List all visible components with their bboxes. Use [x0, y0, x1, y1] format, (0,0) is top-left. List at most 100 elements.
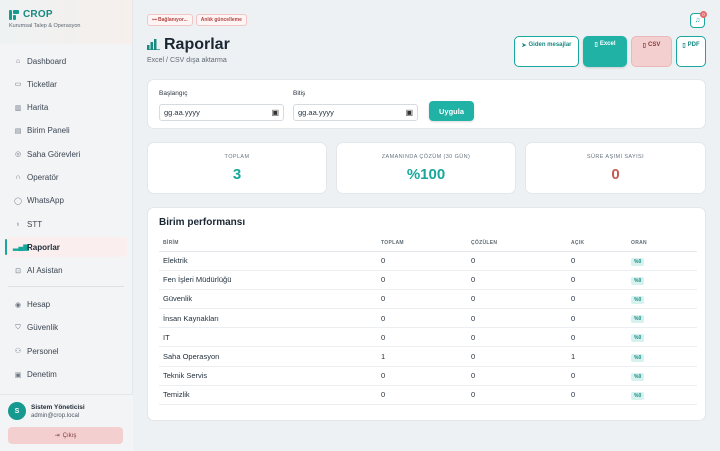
rate-badge: %0 — [631, 334, 645, 343]
table-row: Fen İşleri Müdürlüğü 0 0 0 %0 — [159, 270, 697, 290]
file-icon: ▯ — [594, 42, 598, 48]
table-cell: 0 — [377, 308, 467, 329]
sidebar-item-label: Raporlar — [27, 242, 60, 252]
sidebar-item-birim-paneli[interactable]: ▤ Birim Paneli — [5, 121, 127, 141]
sidebar-item-label: Harita — [27, 103, 49, 113]
stat-card-on-time: ZAMANINDA ÇÖZÜM (30 GÜN) %100 — [336, 142, 516, 194]
table-cell: %0 — [627, 308, 697, 329]
logout-icon: ⇥ — [54, 433, 60, 439]
table-cell: Fen İşleri Müdürlüğü — [159, 270, 377, 290]
outgoing-messages-button[interactable]: ➤ Giden mesajlar — [514, 36, 579, 67]
user-circle-icon: ◉ — [14, 301, 22, 309]
table-cell: İnsan Kaynakları — [159, 308, 377, 329]
table-cell: 0 — [567, 327, 627, 348]
connection-icon: ⊶ — [152, 17, 157, 23]
table-cell: 0 — [567, 308, 627, 329]
end-date-value: gg.aa.yyyy — [298, 108, 334, 117]
connection-status-pill: ⊶ Bağlanıyor... — [147, 14, 193, 26]
rate-badge: %0 — [631, 391, 645, 400]
crop-logo-icon — [9, 9, 19, 20]
column-header[interactable]: AÇIK — [567, 235, 627, 252]
table-cell: Saha Operasyon — [159, 346, 377, 367]
sidebar-item-label: AI Asistan — [27, 266, 63, 276]
table-cell: %0 — [627, 251, 697, 271]
calendar-icon[interactable]: ▣ — [405, 108, 413, 117]
logout-label: Çıkış — [62, 432, 77, 439]
sidebar-item-saha-g-revleri[interactable]: ◎ Saha Görevleri — [5, 144, 127, 164]
start-date-label: Başlangıç — [159, 90, 188, 97]
sidebar-item-raporlar[interactable]: ▂▄▆ Raporlar — [5, 237, 127, 258]
sidebar: CROP Kurumsal Talep & Operasyon ⌂ Dashboa… — [0, 0, 133, 451]
table-cell: 0 — [377, 385, 467, 406]
calendar-icon[interactable]: ▣ — [271, 108, 279, 117]
sidebar-item-ticketlar[interactable]: ▭ Ticketlar — [5, 74, 127, 94]
notification-button[interactable]: ♫ 0 — [690, 11, 707, 28]
sidebar-item-g-venlik[interactable]: ⛉ Güvenlik — [5, 318, 127, 338]
table-cell: 0 — [567, 366, 627, 386]
ticket-icon: ▭ — [14, 81, 22, 89]
stat-card-overdue: SÜRE AŞIMI SAYISI 0 — [525, 142, 706, 194]
table-cell: 0 — [467, 385, 567, 406]
export-actions: ➤ Giden mesajlar ▯ Excel ▯ CSV ▯ PDF — [514, 36, 706, 67]
column-header[interactable]: TOPLAM — [377, 235, 467, 252]
page-title: Raporlar — [164, 36, 230, 53]
table-cell: Güvenlik — [159, 289, 377, 310]
end-date-input[interactable]: gg.aa.yyyy ▣ — [293, 104, 418, 121]
csv-export-button[interactable]: ▯ CSV — [631, 36, 672, 67]
shield-icon: ⛉ — [15, 323, 21, 331]
sidebar-item-dashboard[interactable]: ⌂ Dashboard — [5, 51, 127, 71]
table-cell: %0 — [627, 385, 697, 406]
table-cell: %0 — [627, 289, 697, 310]
map-icon: ▥ — [14, 104, 22, 112]
sidebar-item-label: Operatör — [27, 172, 59, 182]
excel-export-button[interactable]: ▯ Excel — [583, 36, 627, 67]
rate-badge: %0 — [631, 372, 645, 381]
sidebar-item-ai-asistan[interactable]: ⊡ AI Asistan — [5, 261, 127, 281]
sidebar-item-personel[interactable]: ⚇ Personel — [5, 341, 127, 361]
sidebar-item-whatsapp[interactable]: ◯ WhatsApp — [5, 191, 127, 211]
notification-count-badge: 0 — [700, 11, 707, 18]
sidebar-item-hesap[interactable]: ◉ Hesap — [5, 295, 127, 315]
csv-label: CSV — [647, 42, 661, 48]
stat-label: SÜRE AŞIMI SAYISI — [586, 154, 645, 160]
pdf-label: PDF — [687, 42, 700, 48]
end-date-label: Bitiş — [293, 90, 306, 97]
table-cell: 0 — [567, 270, 627, 290]
headset-icon: ∩ — [15, 173, 21, 181]
table-row: Temizlik 0 0 0 %0 — [159, 385, 697, 406]
apply-button[interactable]: Uygula — [429, 101, 474, 121]
start-date-input[interactable]: gg.aa.yyyy ▣ — [159, 104, 284, 121]
column-header[interactable]: BİRİM — [159, 235, 377, 252]
users-icon: ⚇ — [14, 348, 22, 356]
table-cell: 0 — [467, 289, 567, 310]
sidebar-item-stt[interactable]: ♁ STT — [5, 214, 127, 234]
microphone-icon: ♁ — [15, 220, 21, 228]
bar-chart-icon: ▂▄▆ — [13, 244, 29, 252]
building-icon: ▤ — [14, 127, 22, 135]
avatar[interactable]: S — [8, 402, 26, 420]
table-cell: 0 — [467, 251, 567, 271]
unit-performance-card: Birim performansı BİRİM TOPLAM ÇÖZÜLEN AÇIK… — [147, 207, 706, 421]
table-cell: 0 — [377, 366, 467, 386]
table-header-row: BİRİM TOPLAM ÇÖZÜLEN AÇIK ORAN — [159, 235, 697, 252]
sidebar-nav-secondary: ◉ Hesap ⛉ Güvenlik ⚇ Personel ▣ Denetim — [0, 295, 132, 385]
sidebar-item-label: STT — [27, 219, 43, 229]
clipboard-icon: ▣ — [14, 371, 22, 379]
excel-label: Excel — [599, 41, 616, 47]
table-cell: IT — [159, 327, 377, 348]
sidebar-item-label: Birim Paneli — [27, 126, 70, 136]
table-cell: 1 — [377, 346, 467, 367]
table-cell: Elektrik — [159, 251, 377, 271]
pdf-export-button[interactable]: ▯ PDF — [676, 36, 706, 67]
date-filter-card: Başlangıç gg.aa.yyyy ▣ Bitiş gg.aa.yyyy … — [147, 79, 706, 129]
column-header[interactable]: ORAN — [627, 235, 697, 252]
column-header[interactable]: ÇÖZÜLEN — [467, 235, 567, 252]
sidebar-item-harita[interactable]: ▥ Harita — [5, 98, 127, 118]
sidebar-item-operat-r[interactable]: ∩ Operatör — [5, 167, 127, 187]
sidebar-item-denetim[interactable]: ▣ Denetim — [5, 365, 127, 385]
connection-status-label: Bağlanıyor... — [158, 17, 188, 23]
table-cell: %0 — [627, 346, 697, 367]
rate-badge: %0 — [631, 315, 645, 324]
logout-button[interactable]: ⇥ Çıkış — [8, 427, 123, 444]
page-subtitle: Excel / CSV dışa aktarma — [147, 57, 227, 64]
